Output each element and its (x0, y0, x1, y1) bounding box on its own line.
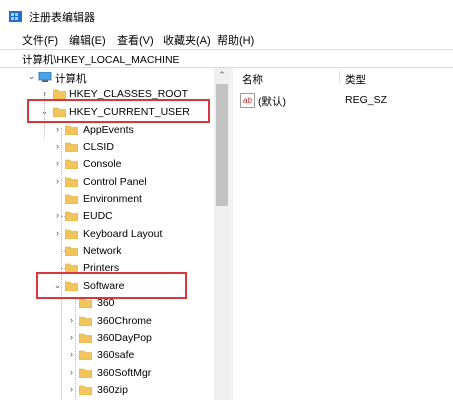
chevron-right-icon[interactable]: › (53, 229, 62, 238)
value-row[interactable]: ab (默认) REG_SZ (233, 92, 453, 109)
computer-icon (38, 72, 52, 82)
values-pane[interactable]: 名称 类型 ab (默认) REG_SZ (233, 68, 453, 400)
menu-edit[interactable]: 编辑(E) (69, 32, 106, 48)
folder-icon (79, 298, 92, 308)
chevron-right-icon[interactable]: › (53, 159, 62, 168)
scroll-up-arrow-icon[interactable]: ⌃ (214, 68, 230, 82)
folder-icon (65, 142, 78, 152)
address-bar[interactable]: 计算机\HKEY_LOCAL_MACHINE (0, 49, 453, 68)
folder-icon (79, 368, 92, 378)
folder-icon (65, 125, 78, 135)
folder-icon (65, 159, 78, 169)
tree-label: 360safe (97, 349, 135, 361)
tree-node-360softmgr[interactable]: › 360SoftMgr (0, 365, 215, 382)
folder-icon (79, 385, 92, 395)
window-title: 注册表编辑器 (29, 12, 95, 24)
chevron-right-icon[interactable]: › (67, 385, 76, 394)
menu-file[interactable]: 文件(F) (22, 32, 58, 48)
tree-label: Console (83, 158, 122, 170)
column-divider[interactable] (339, 70, 340, 84)
scroll-thumb[interactable] (216, 84, 228, 206)
folder-icon (65, 177, 78, 187)
chevron-right-icon[interactable]: › (53, 177, 62, 186)
menu-favorites[interactable]: 收藏夹(A) (163, 32, 211, 48)
highlight-box-hkey-current-user (27, 99, 210, 123)
tree-label: 360Chrome (97, 315, 152, 327)
tree-label: Keyboard Layout (83, 228, 163, 240)
column-header-name[interactable]: 名称 (242, 72, 263, 87)
menu-view[interactable]: 查看(V) (117, 32, 154, 48)
tree-node-keyboard-layout[interactable]: › Keyboard Layout (0, 226, 215, 243)
tree-label: EUDC (83, 210, 113, 222)
menu-bar: 文件(F) 编辑(E) 查看(V) 收藏夹(A) 帮助(H) (0, 31, 453, 48)
regedit-app-icon (9, 11, 22, 22)
folder-icon (79, 316, 92, 326)
folder-icon (53, 89, 66, 99)
menu-help[interactable]: 帮助(H) (217, 32, 254, 48)
tree-node-network[interactable]: Network (0, 243, 215, 260)
chevron-right-icon[interactable]: › (67, 350, 76, 359)
chevron-right-icon[interactable]: › (67, 316, 76, 325)
tree-node-eudc[interactable]: › EUDC (0, 208, 215, 225)
folder-icon (65, 211, 78, 221)
tree-node-computer[interactable]: ⌄ 计算机 (0, 69, 215, 86)
tree-label: 计算机 (55, 73, 87, 85)
tree-label: Environment (83, 193, 142, 205)
highlight-box-software (36, 272, 187, 299)
chevron-down-icon[interactable]: ⌄ (27, 72, 36, 81)
tree-node-360chrome[interactable]: › 360Chrome (0, 313, 215, 330)
folder-icon (65, 194, 78, 204)
tree-label: 360DayPop (97, 332, 152, 344)
tree-node-360safe[interactable]: › 360safe (0, 347, 215, 364)
address-path[interactable]: 计算机\HKEY_LOCAL_MACHINE (22, 52, 180, 67)
value-type: REG_SZ (345, 94, 388, 106)
tree-node-clsid[interactable]: › CLSID (0, 139, 215, 156)
chevron-right-icon[interactable]: › (53, 142, 62, 151)
tree-node-control-panel[interactable]: › Control Panel (0, 174, 215, 191)
value-name: (默认) (258, 96, 286, 108)
tree-node-appevents[interactable]: › AppEvents (0, 122, 215, 139)
tree-node-360zip[interactable]: › 360zip (0, 382, 215, 399)
tree-scrollbar[interactable]: ⌃ (214, 68, 230, 400)
tree-label: CLSID (83, 141, 114, 153)
chevron-right-icon[interactable]: › (40, 89, 49, 98)
folder-icon (79, 350, 92, 360)
ab-string-icon: ab (240, 93, 255, 108)
chevron-right-icon[interactable]: › (67, 368, 76, 377)
tree-label: AppEvents (83, 124, 134, 136)
folder-icon (65, 229, 78, 239)
title-bar: 注册表编辑器 (0, 0, 453, 30)
chevron-right-icon[interactable]: › (53, 125, 62, 134)
folder-icon (79, 333, 92, 343)
tree-node-console[interactable]: › Console (0, 156, 215, 173)
tree-node-environment[interactable]: Environment (0, 191, 215, 208)
tree-node-360daypop[interactable]: › 360DayPop (0, 330, 215, 347)
tree-label: 360zip (97, 384, 128, 396)
tree-label: Control Panel (83, 176, 147, 188)
tree-label: Network (83, 245, 122, 257)
chevron-right-icon[interactable]: › (67, 333, 76, 342)
tree-label: 360SoftMgr (97, 367, 152, 379)
folder-icon (65, 246, 78, 256)
column-header-type[interactable]: 类型 (345, 72, 366, 87)
chevron-right-icon[interactable]: › (53, 211, 62, 220)
